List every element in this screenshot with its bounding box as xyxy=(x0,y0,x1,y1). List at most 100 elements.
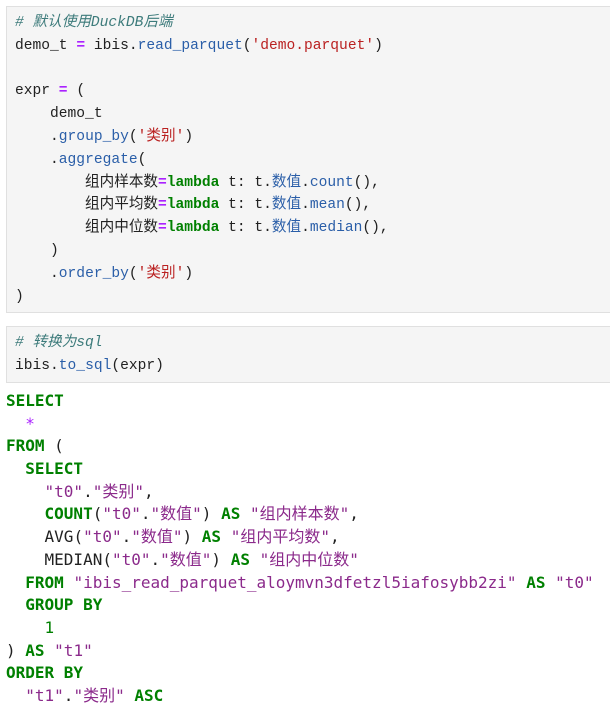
sql-identifier-token: "数值" xyxy=(150,504,202,524)
punctuation-token: ( xyxy=(102,549,112,569)
name-token: 组内平均数 xyxy=(15,197,159,214)
name-token xyxy=(6,618,45,637)
attribute-token: group_by xyxy=(58,128,129,145)
sql-keyword-token: AS xyxy=(230,549,250,569)
attribute-token: median xyxy=(309,220,363,237)
attribute-token: order_by xyxy=(58,265,129,282)
name-token xyxy=(221,527,231,546)
code-line: 组内平均数=lambda t: t.数值.mean(), xyxy=(15,194,610,217)
name-token: t: t. xyxy=(219,220,272,237)
code-line: .group_by('类别') xyxy=(15,126,610,149)
code-line: 组内样本数=lambda t: t.数值.count(), xyxy=(15,172,610,195)
operator-token: = xyxy=(158,174,167,191)
name-token: 组内样本数 xyxy=(15,174,159,191)
sql-keyword-token: FROM xyxy=(6,436,45,456)
name-token xyxy=(6,573,25,592)
string-token: '类别' xyxy=(137,265,185,282)
sql-keyword-token: FROM xyxy=(25,572,64,592)
code-line: "t1"."类别" ASC xyxy=(6,685,594,708)
code-line: expr = ( xyxy=(15,80,610,103)
sql-keyword-token: AS xyxy=(221,504,241,524)
name-token xyxy=(6,459,25,478)
sql-identifier-token: "类别" xyxy=(73,685,125,705)
attribute-token: count xyxy=(309,174,354,191)
attribute-token: 数值 xyxy=(271,174,302,191)
operator-token: = xyxy=(58,83,68,100)
sql-identifier-token: "t1" xyxy=(54,640,93,660)
punctuation-token: (), xyxy=(362,220,389,237)
name-token: demo_t xyxy=(15,37,77,54)
sql-keyword-token: AS xyxy=(201,527,222,547)
punctuation-token: . xyxy=(140,504,151,524)
notebook: # 默认使用DuckDB后端 demo_t = ibis.read_parquet… xyxy=(0,0,610,718)
sql-identifier-token: "t0" xyxy=(44,481,84,501)
name-token: MEDIAN xyxy=(6,549,103,569)
code-line: demo_t xyxy=(15,103,610,126)
name-token xyxy=(125,686,135,705)
name-token xyxy=(250,550,260,569)
sql-identifier-token: "ibis_read_parquet_aloymvn3dfetzl5iafosy… xyxy=(73,572,517,592)
code-line: .order_by('类别') xyxy=(15,263,610,286)
operator-token: = xyxy=(158,197,167,214)
keyword-token: lambda xyxy=(166,220,220,237)
attribute-token: 数值 xyxy=(271,220,302,237)
punctuation-token: , xyxy=(329,527,340,547)
code-cell-to-sql[interactable]: # 转换为sql ibis.to_sql(expr) xyxy=(6,326,610,383)
sql-identifier-token: "组内样本数" xyxy=(249,504,350,524)
sql-keyword-token: SELECT xyxy=(25,459,84,479)
punctuation-token: ) xyxy=(184,265,194,282)
name-token xyxy=(6,504,45,523)
code-line: # 默认使用DuckDB后端 xyxy=(15,12,610,35)
name-token: ibis. xyxy=(85,37,138,54)
name-token xyxy=(6,414,25,433)
comment-token: # 转换为sql xyxy=(15,335,103,351)
sql-keyword-token: ORDER BY xyxy=(6,663,84,683)
code-editor[interactable]: # 转换为sql ibis.to_sql(expr) xyxy=(7,327,610,378)
code-line: SELECT xyxy=(6,458,594,481)
sql-identifier-token: "数值" xyxy=(131,527,183,547)
code-line: demo_t = ibis.read_parquet('demo.parquet… xyxy=(15,35,610,58)
sql-identifier-token: "数值" xyxy=(160,549,212,569)
sql-identifier-token: "t0" xyxy=(555,572,594,592)
code-editor[interactable]: # 默认使用DuckDB后端 demo_t = ibis.read_parquet… xyxy=(7,7,610,308)
sql-identifier-token: "组内平均数" xyxy=(230,527,330,547)
punctuation-token: . xyxy=(63,685,74,705)
attribute-token: mean xyxy=(309,197,345,214)
code-line: 组内中位数=lambda t: t.数值.median(), xyxy=(15,217,610,240)
name-token: . xyxy=(301,220,310,237)
punctuation-token: ( xyxy=(137,151,147,168)
name-token xyxy=(64,573,74,592)
punctuation-token: ( xyxy=(128,128,138,145)
punctuation-token: ) xyxy=(184,128,194,145)
string-token: 'demo.parquet' xyxy=(251,37,375,54)
code-line: COUNT("t0"."数值") AS "组内样本数", xyxy=(6,503,594,526)
attribute-token: read_parquet xyxy=(137,37,243,54)
code-line: .aggregate( xyxy=(15,149,610,172)
name-token: demo_t xyxy=(15,106,103,123)
name-token: . xyxy=(15,128,59,145)
operator-token: = xyxy=(76,37,86,54)
sql-number-token: 1 xyxy=(44,617,55,637)
code-line: FROM ( xyxy=(6,435,594,458)
name-token: . xyxy=(301,174,310,191)
code-line: FROM "ibis_read_parquet_aloymvn3dfetzl5i… xyxy=(6,572,594,595)
punctuation-token: ( xyxy=(92,504,103,524)
code-line: MEDIAN("t0"."数值") AS "组内中位数" xyxy=(6,549,594,572)
code-cell-read-and-aggregate[interactable]: # 默认使用DuckDB后端 demo_t = ibis.read_parquet… xyxy=(6,6,610,313)
punctuation-token: ) xyxy=(182,527,202,547)
sql-identifier-token: "t0" xyxy=(102,504,141,524)
name-token xyxy=(45,641,55,660)
sql-keyword-token: COUNT xyxy=(44,504,93,524)
punctuation-token: ) xyxy=(211,549,231,569)
punctuation-token: ) xyxy=(374,37,383,54)
punctuation-token: ( xyxy=(73,527,84,547)
sql-identifier-token: "t1" xyxy=(25,685,64,705)
name-token: . xyxy=(15,265,59,282)
name-token: ibis. xyxy=(15,357,59,374)
name-token: . xyxy=(301,197,310,214)
code-line: GROUP BY xyxy=(6,594,594,617)
attribute-token: to_sql xyxy=(58,357,112,374)
attribute-token: aggregate xyxy=(58,151,138,168)
name-token xyxy=(545,573,555,592)
